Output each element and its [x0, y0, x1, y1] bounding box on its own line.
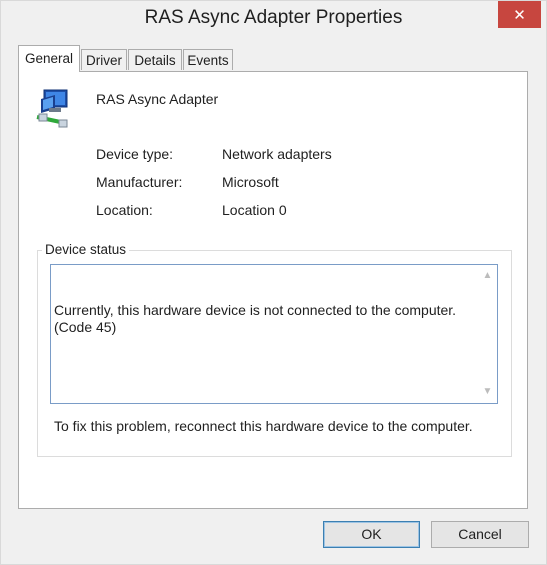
status-line-1: Currently, this hardware device is not c… [54, 302, 460, 335]
location-label: Location: [96, 202, 153, 218]
device-status-text: Currently, this hardware device is not c… [54, 268, 474, 469]
status-scrollbar[interactable]: ▲ ▼ [478, 265, 497, 403]
tab-driver[interactable]: Driver [81, 49, 127, 70]
manufacturer-label: Manufacturer: [96, 174, 183, 190]
ok-button[interactable]: OK [323, 521, 420, 548]
tab-details-label: Details [134, 53, 176, 68]
title-bar[interactable]: RAS Async Adapter Properties ✕ [1, 1, 546, 37]
cancel-button[interactable]: Cancel [431, 521, 529, 548]
device-name: RAS Async Adapter [96, 91, 219, 107]
tab-general[interactable]: General [18, 45, 80, 72]
tab-details[interactable]: Details [128, 49, 182, 70]
status-line-2: To fix this problem, reconnect this hard… [54, 418, 473, 434]
device-status-textbox[interactable]: Currently, this hardware device is not c… [50, 264, 498, 434]
tab-events-label: Events [187, 53, 229, 68]
tab-driver-label: Driver [86, 53, 122, 68]
properties-window: RAS Async Adapter Properties ✕ General D… [0, 0, 547, 565]
device-type-label: Device type: [96, 146, 174, 162]
close-icon: ✕ [513, 6, 526, 24]
device-status-title: Device status [42, 242, 130, 257]
location-value: Location 0 [222, 202, 287, 218]
device-type-value: Network adapters [222, 146, 332, 162]
window-title: RAS Async Adapter Properties [144, 7, 403, 28]
tab-events[interactable]: Events [183, 49, 233, 70]
manufacturer-value: Microsoft [222, 174, 279, 190]
ok-button-label: OK [361, 526, 382, 542]
scroll-up-icon[interactable]: ▲ [478, 267, 497, 284]
scroll-down-icon[interactable]: ▼ [478, 383, 497, 400]
close-button[interactable]: ✕ [498, 1, 541, 28]
tab-general-label: General [24, 51, 74, 66]
cancel-button-label: Cancel [458, 526, 502, 542]
network-adapter-icon [36, 89, 68, 128]
